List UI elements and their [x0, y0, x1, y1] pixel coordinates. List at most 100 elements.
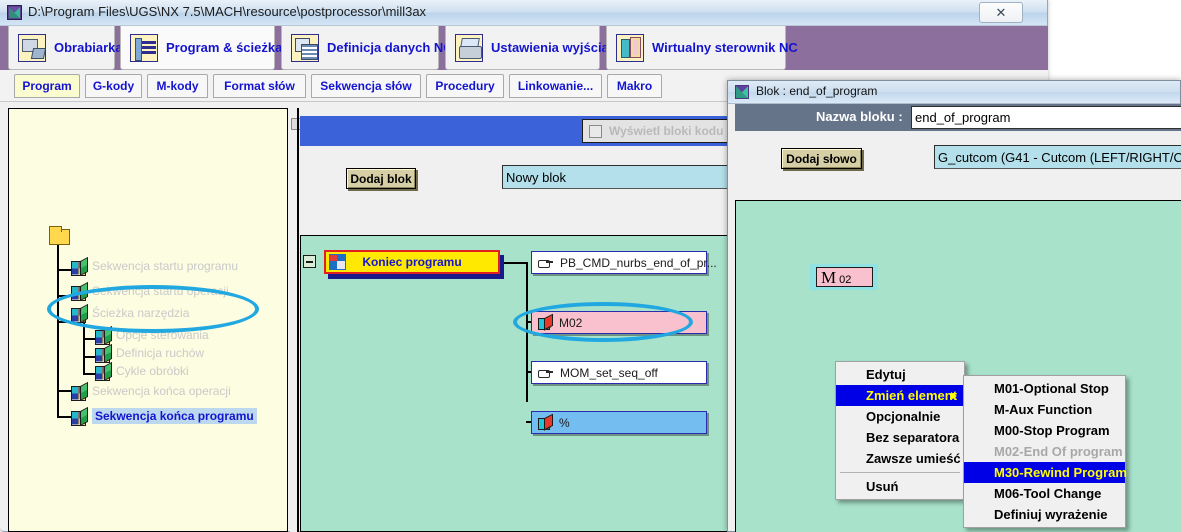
cube-icon — [71, 259, 87, 276]
element-letter: M — [821, 268, 837, 287]
subtab-label: Program — [22, 79, 72, 93]
menu-item-zawsze-umiesc[interactable]: Zawsze umieść — [836, 448, 964, 469]
tab-label: Ustawienia wyjścia — [491, 40, 609, 55]
subtab-program[interactable]: Program — [14, 74, 80, 98]
tree-item-label: Definicja ruchów — [116, 346, 205, 360]
machine-icon — [18, 33, 46, 62]
tree-item-sekwencja-startu-operacji[interactable]: Sekwencja startu operacji — [71, 282, 229, 301]
submenu-item-m-aux-function[interactable]: M-Aux Function — [964, 399, 1125, 420]
word-box-m02[interactable]: M02 — [531, 311, 707, 334]
subtab-m-kody[interactable]: M-kody — [147, 74, 208, 98]
tree-item-label: Sekwencja startu programu — [92, 259, 239, 273]
word-select-field[interactable]: G_cutcom (G41 - Cutcom (LEFT/RIGHT/OFF) — [934, 145, 1181, 169]
cube-icon — [71, 409, 87, 426]
screen: D:\Program Files\UGS\NX 7.5\MACH\resourc… — [0, 0, 1181, 532]
chevron-right-icon — [951, 392, 957, 400]
block-name-label: Nazwa bloku : — [816, 109, 903, 124]
tab-program-sciezka[interactable]: Program & ścieżka — [120, 26, 282, 70]
tree-item-sciezka-narzedzia[interactable]: Ścieżka narzędzia — [71, 304, 190, 323]
subtab-procedury[interactable]: Procedury — [426, 74, 504, 98]
subtab-makro[interactable]: Makro — [607, 74, 662, 98]
tab-label: Obrabiarka — [54, 40, 123, 55]
tree-item-label: Ścieżka narzędzia — [92, 306, 190, 320]
tree-item-label: Sekwencja startu operacji — [92, 284, 229, 298]
menu-item-label: M02-End Of program — [994, 444, 1123, 459]
tab-label: Definicja danych NC — [327, 40, 453, 55]
nc-controller-icon — [616, 33, 644, 62]
tree-item-sekwencja-konca-operacji[interactable]: Sekwencja końca operacji — [71, 382, 231, 401]
show-n-blocks-checkbox[interactable] — [589, 124, 602, 138]
tab-label: Program & ścieżka — [166, 40, 283, 55]
menu-item-bez-separatora[interactable]: Bez separatora — [836, 427, 964, 448]
block-koniec-programu[interactable]: Koniec programu — [324, 250, 500, 274]
tree-item-sekwencja-startu-programu[interactable]: Sekwencja startu programu — [71, 257, 239, 276]
tree-item-sekwencja-konca-programu[interactable]: Sekwencja końca programu — [71, 407, 257, 426]
tree-item-label: Sekwencja końca programu — [92, 408, 257, 424]
tab-label: Wirtualny sterownik NC — [652, 40, 798, 55]
submenu-item-m00-stop-program[interactable]: M00-Stop Program — [964, 420, 1125, 441]
subtab-label: Sekwencja słów — [320, 79, 412, 93]
nc-data-icon — [291, 33, 319, 62]
tree-branch — [57, 416, 71, 418]
main-tabstrip: Obrabiarka Program & ścieżka Definicja d… — [0, 26, 1048, 70]
menu-item-opcjonalnie[interactable]: Opcjonalnie — [836, 406, 964, 427]
element-number: 02 — [839, 274, 852, 286]
tab-wirtualny-sterownik-nc[interactable]: Wirtualny sterownik NC — [606, 26, 798, 70]
menu-item-label: Zmień element — [866, 388, 958, 403]
expand-collapse-icon[interactable] — [303, 255, 316, 268]
add-word-button[interactable]: Dodaj słowo — [781, 148, 862, 169]
menu-item-usun[interactable]: Usuń — [836, 476, 964, 497]
cube-icon — [71, 284, 87, 301]
show-n-blocks-label: Wyświetl bloki kodu N — [609, 124, 736, 138]
cube-icon — [71, 384, 87, 401]
tab-obrabiarka[interactable]: Obrabiarka — [8, 26, 123, 70]
close-icon[interactable]: ✕ — [979, 2, 1023, 23]
menu-item-zmien-element[interactable]: Zmień element — [836, 385, 964, 406]
context-menu[interactable]: Edytuj Zmień element Opcjonalnie Bez sep… — [835, 361, 965, 500]
tree-item-definicja-ruchow[interactable]: Definicja ruchów — [95, 344, 205, 363]
tree-panel[interactable]: Sekwencja startu programu Sekwencja star… — [8, 108, 288, 532]
dialog-icon — [735, 85, 749, 99]
add-block-button[interactable]: Dodaj blok — [346, 168, 416, 189]
menu-item-label: M30-Rewind Program — [994, 465, 1127, 480]
tree-item-cykle-obrobki[interactable]: Cykle obróbki — [95, 362, 189, 381]
tree-branch — [57, 295, 71, 297]
subtab-format-slow[interactable]: Format słów — [213, 74, 306, 98]
menu-item-label: Usuń — [866, 479, 899, 494]
menu-item-label: M-Aux Function — [994, 402, 1093, 417]
tree-branch — [57, 390, 71, 392]
tree-branch — [83, 356, 95, 358]
submenu-item-definiuj-wyrazenie[interactable]: Definiuj wyrażenie — [964, 504, 1125, 525]
panel-divider — [297, 108, 299, 532]
tree-item-opcje-sterowania[interactable]: Opcje sterowania — [95, 326, 209, 345]
element-m02-chip[interactable]: M 02 — [810, 264, 878, 290]
subtab-label: Makro — [616, 79, 653, 93]
subtab-linkowanie[interactable]: Linkowanie... — [509, 74, 602, 98]
tab-ustawienia-wyjscia[interactable]: Ustawienia wyjścia — [445, 26, 609, 70]
cube-icon — [538, 316, 552, 331]
menu-item-edytuj[interactable]: Edytuj — [836, 364, 964, 385]
submenu-item-m06-tool-change[interactable]: M06-Tool Change — [964, 483, 1125, 504]
subtab-g-kody[interactable]: G-kody — [85, 74, 142, 98]
hand-icon — [538, 367, 553, 379]
word-box-label: MOM_set_seq_off — [560, 365, 658, 380]
subtab-sekwencja-slow[interactable]: Sekwencja słów — [311, 74, 421, 98]
tab-definicja-danych-nc[interactable]: Definicja danych NC — [281, 26, 453, 70]
submenu-item-m30-rewind-program[interactable]: M30-Rewind Program — [964, 462, 1127, 483]
change-element-submenu[interactable]: M01-Optional Stop M-Aux Function M00-Sto… — [963, 375, 1127, 528]
word-box-pb-cmd-nurbs[interactable]: PB_CMD_nurbs_end_of_pr... — [531, 251, 717, 274]
menu-item-label: M01-Optional Stop — [994, 381, 1109, 396]
submenu-item-m01-optional-stop[interactable]: M01-Optional Stop — [964, 378, 1125, 399]
printer-icon — [455, 33, 483, 62]
word-box-mom-set-seq-off[interactable]: MOM_set_seq_off — [531, 361, 707, 384]
block-name-input[interactable]: end_of_program — [911, 106, 1181, 129]
menu-item-label: Bez separatora — [866, 430, 960, 445]
app-icon — [7, 5, 22, 20]
element-m02[interactable]: M 02 — [816, 267, 873, 287]
word-box-percent[interactable]: % — [531, 411, 707, 434]
cube-icon — [95, 346, 111, 363]
menu-item-label: M00-Stop Program — [994, 423, 1110, 438]
tree-item-label: Cykle obróbki — [116, 364, 189, 378]
menu-item-label: Definiuj wyrażenie — [994, 507, 1108, 522]
tree-item-label: Opcje sterowania — [116, 328, 209, 342]
